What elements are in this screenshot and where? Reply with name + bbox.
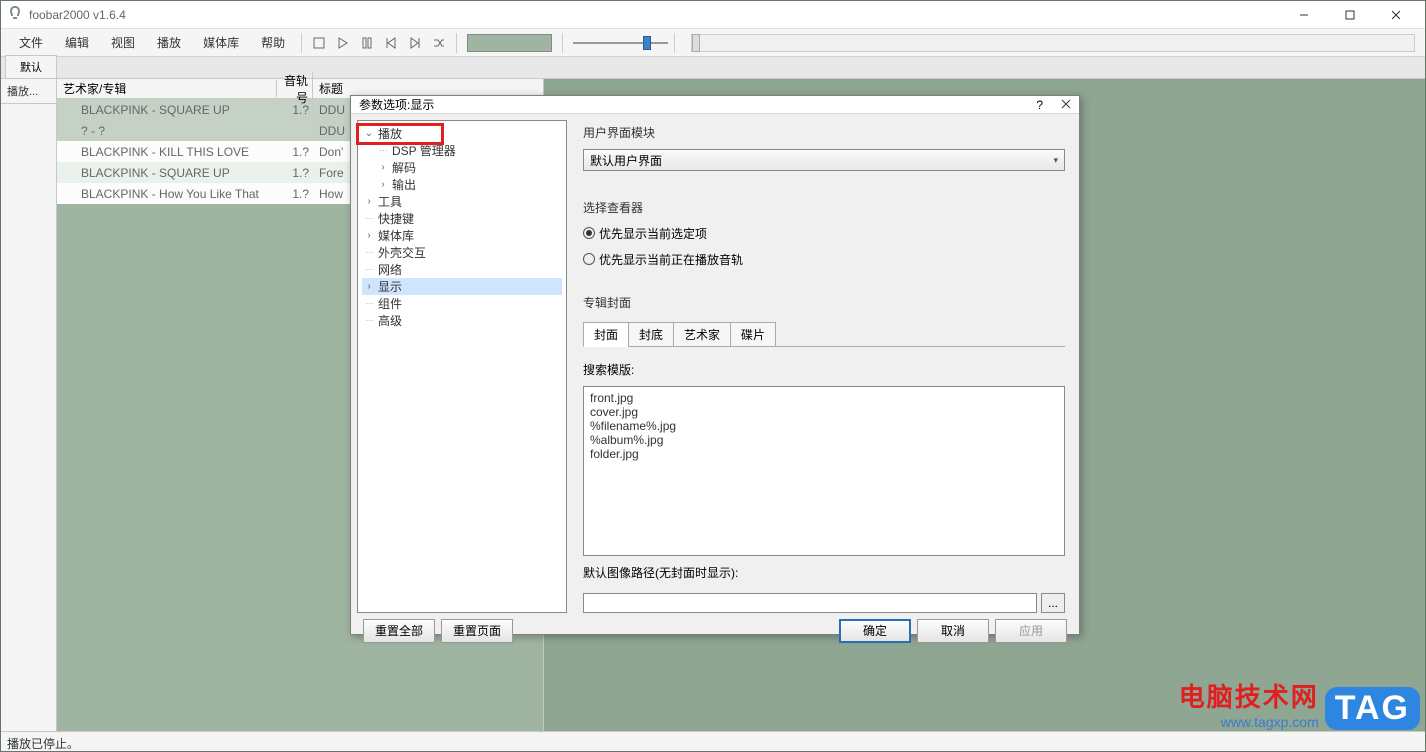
search-template-textarea[interactable]	[583, 386, 1065, 556]
chevron-right-icon[interactable]: ›	[362, 196, 376, 207]
tree-leaf-icon: ⋯	[376, 146, 390, 155]
tree-playback[interactable]: ⌄播放	[362, 125, 562, 142]
dialog-footer: 重置全部 重置页面 确定 取消 应用	[351, 619, 1079, 643]
menu-library[interactable]: 媒体库	[193, 30, 249, 55]
radio-prefer-playing[interactable]: 优先显示当前正在播放音轨	[583, 250, 1065, 268]
col-track[interactable]: 音轨号	[277, 72, 313, 106]
close-button[interactable]	[1373, 1, 1419, 29]
tree-decode[interactable]: ›解码	[362, 159, 562, 176]
chevron-right-icon[interactable]: ›	[362, 230, 376, 241]
tab-back[interactable]: 封底	[628, 322, 674, 347]
menubar: 文件 编辑 视图 播放 媒体库 帮助	[1, 29, 1425, 57]
tree-advanced[interactable]: ⋯高级	[362, 312, 562, 329]
reset-all-button[interactable]: 重置全部	[363, 619, 435, 643]
menu-view[interactable]: 视图	[101, 30, 145, 55]
sidebar: 播放...	[1, 79, 57, 731]
tree-network[interactable]: ⋯网络	[362, 261, 562, 278]
dialog-title: 参数选项:显示	[359, 96, 434, 113]
dialog-titlebar: 参数选项:显示 ?	[351, 96, 1079, 114]
chevron-down-icon[interactable]: ⌄	[362, 128, 376, 139]
default-path-input[interactable]	[583, 593, 1037, 613]
ui-module-dropdown[interactable]: 默认用户界面 ▾	[583, 149, 1065, 171]
search-template-label: 搜索模版:	[583, 361, 1065, 378]
pause-button[interactable]	[356, 32, 378, 54]
menu-playback[interactable]: 播放	[147, 30, 191, 55]
menu-help[interactable]: 帮助	[251, 30, 295, 55]
tab-front[interactable]: 封面	[583, 322, 629, 347]
dropdown-arrow-icon: ▾	[1053, 155, 1058, 166]
tree-leaf-icon: ⋯	[362, 299, 376, 308]
album-art-tabs: 封面 封底 艺术家 碟片	[583, 321, 1065, 347]
tree-display[interactable]: ›显示	[362, 278, 562, 295]
help-button[interactable]: ?	[1036, 98, 1043, 112]
menu-file[interactable]: 文件	[9, 30, 53, 55]
tree-leaf-icon: ⋯	[362, 265, 376, 274]
tree-output[interactable]: ›输出	[362, 176, 562, 193]
tree-tools[interactable]: ›工具	[362, 193, 562, 210]
maximize-button[interactable]	[1327, 1, 1373, 29]
volume-slider[interactable]	[573, 34, 668, 52]
watermark-url: www.tagxp.com	[1179, 714, 1319, 730]
tree-shell[interactable]: ⋯外壳交互	[362, 244, 562, 261]
tree-dsp[interactable]: ⋯DSP 管理器	[362, 142, 562, 159]
stop-button[interactable]	[308, 32, 330, 54]
progress-indicator	[467, 34, 552, 52]
minimize-button[interactable]	[1281, 1, 1327, 29]
radio-icon	[583, 227, 595, 239]
ui-module-label: 用户界面模块	[583, 124, 1065, 141]
chevron-right-icon[interactable]: ›	[362, 281, 376, 292]
titlebar: foobar2000 v1.6.4	[1, 1, 1425, 29]
sidebar-header[interactable]: 播放...	[1, 79, 56, 104]
ok-button[interactable]: 确定	[839, 619, 911, 643]
browse-button[interactable]: ...	[1041, 593, 1065, 613]
preferences-page: 用户界面模块 默认用户界面 ▾ 选择查看器 优先显示当前选定项 优先显示当前正在…	[567, 114, 1079, 619]
tab-artist[interactable]: 艺术家	[673, 322, 731, 347]
status-text: 播放已停止。	[7, 737, 79, 751]
radio-icon	[583, 253, 595, 265]
tab-disc[interactable]: 碟片	[730, 322, 776, 347]
menu-edit[interactable]: 编辑	[55, 30, 99, 55]
tree-hotkeys[interactable]: ⋯快捷键	[362, 210, 562, 227]
tree-library[interactable]: ›媒体库	[362, 227, 562, 244]
tab-default[interactable]: 默认	[5, 55, 57, 78]
tree-components[interactable]: ⋯组件	[362, 295, 562, 312]
watermark-tag: TAG	[1325, 687, 1420, 730]
tree-leaf-icon: ⋯	[362, 316, 376, 325]
apply-button[interactable]: 应用	[995, 619, 1067, 643]
play-button[interactable]	[332, 32, 354, 54]
prev-button[interactable]	[380, 32, 402, 54]
next-button[interactable]	[404, 32, 426, 54]
watermark-title: 电脑技术网	[1179, 677, 1319, 714]
playlist-tabbar: 默认	[1, 57, 1425, 79]
default-path-label: 默认图像路径(无封面时显示):	[583, 564, 1065, 581]
reset-page-button[interactable]: 重置页面	[441, 619, 513, 643]
app-icon	[7, 5, 23, 24]
watermark: 电脑技术网 www.tagxp.com TAG	[1179, 677, 1420, 730]
viewer-label: 选择查看器	[583, 199, 1065, 216]
col-artist[interactable]: 艺术家/专辑	[57, 80, 277, 97]
preferences-dialog: 参数选项:显示 ? ⌄播放 ⋯DSP 管理器 ›解码 ›输出 ›工具 ⋯快捷键 …	[350, 95, 1080, 635]
chevron-right-icon[interactable]: ›	[376, 162, 390, 173]
radio-prefer-selection[interactable]: 优先显示当前选定项	[583, 224, 1065, 242]
album-art-label: 专辑封面	[583, 294, 1065, 311]
chevron-right-icon[interactable]: ›	[376, 179, 390, 190]
window-title: foobar2000 v1.6.4	[29, 8, 126, 22]
preferences-tree[interactable]: ⌄播放 ⋯DSP 管理器 ›解码 ›输出 ›工具 ⋯快捷键 ›媒体库 ⋯外壳交互…	[357, 120, 567, 613]
dialog-close-button[interactable]	[1061, 98, 1071, 112]
seek-bar[interactable]	[691, 34, 1415, 52]
cancel-button[interactable]: 取消	[917, 619, 989, 643]
tree-leaf-icon: ⋯	[362, 214, 376, 223]
random-button[interactable]	[428, 32, 450, 54]
tree-leaf-icon: ⋯	[362, 248, 376, 257]
status-bar: 播放已停止。	[1, 731, 1425, 751]
